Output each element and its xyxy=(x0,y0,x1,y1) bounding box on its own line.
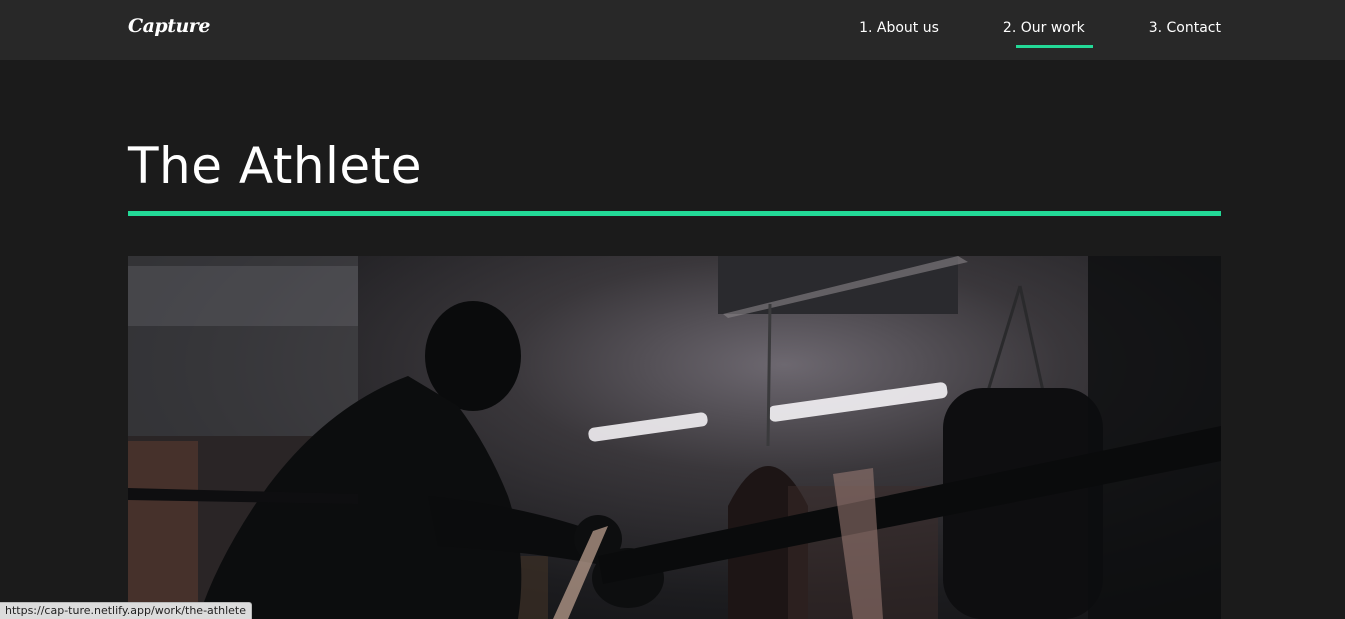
nav-links: 1. About us 2. Our work 3. Contact xyxy=(859,0,1221,60)
nav-link-label: 2. Our work xyxy=(1002,20,1085,36)
nav-link-our-work[interactable]: 2. Our work xyxy=(1002,0,1093,60)
top-nav: Capture 1. About us 2. Our work 3. Conta… xyxy=(0,0,1345,60)
site-logo[interactable]: Capture xyxy=(128,15,210,37)
nav-link-label: 1. About us xyxy=(859,20,939,36)
nav-link-label: 3. Contact xyxy=(1148,20,1221,36)
hero-illustration xyxy=(128,256,1221,619)
hero-image xyxy=(128,256,1221,619)
nav-link-contact[interactable]: 3. Contact xyxy=(1149,0,1221,60)
active-nav-underline xyxy=(1015,45,1093,48)
title-divider xyxy=(128,211,1221,216)
status-bar-url: https://cap-ture.netlify.app/work/the-at… xyxy=(0,602,252,619)
nav-link-about-us[interactable]: 1. About us xyxy=(859,0,939,60)
page-title: The Athlete xyxy=(128,137,423,195)
